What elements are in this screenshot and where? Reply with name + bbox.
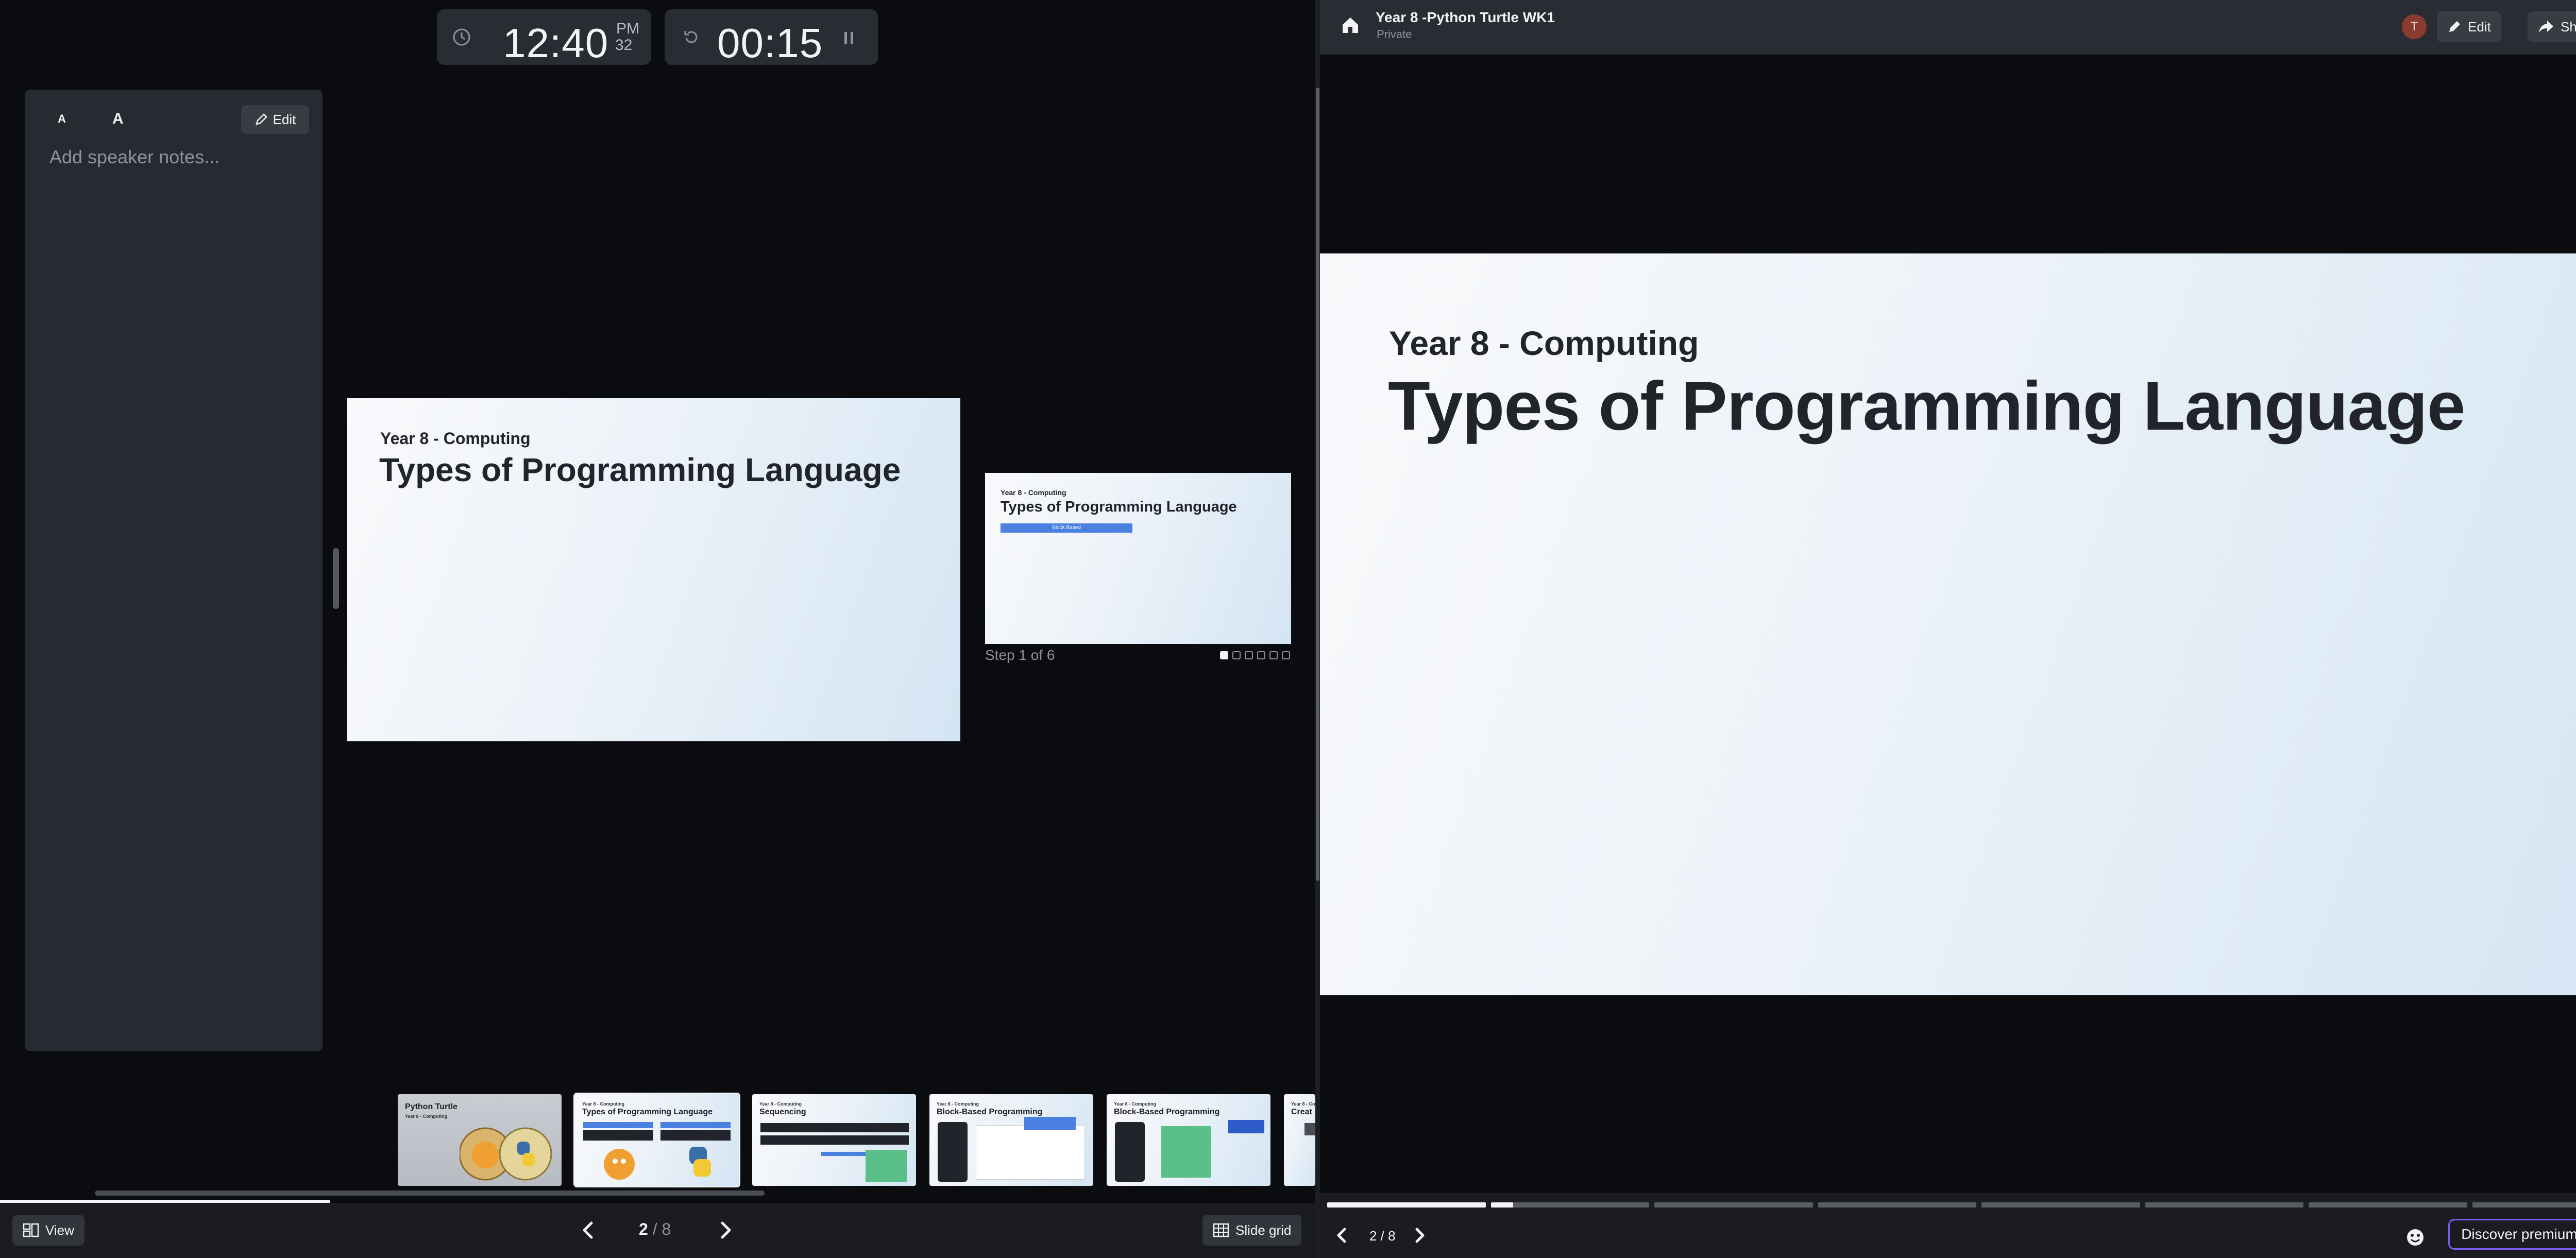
view-layout-icon <box>23 1223 39 1237</box>
slide-thumbnail[interactable]: Python Turtle Year 8 - Computing <box>398 1094 562 1186</box>
emoji-reaction-icon[interactable] <box>2405 1227 2426 1248</box>
current-slide-preview: Year 8 - Computing Types of Programming … <box>347 398 960 741</box>
thumbnail-subtitle: Year 8 - Co <box>1291 1101 1315 1107</box>
page-indicator: 2 / 8 <box>639 1220 671 1239</box>
share-icon <box>2539 21 2553 33</box>
page-total: 8 <box>662 1220 671 1238</box>
audience-slide-title: Types of Programming Language <box>1388 368 2465 445</box>
page-current: 2 <box>639 1220 648 1238</box>
thumbnail-subtitle: Year 8 - Computing <box>1114 1101 1157 1107</box>
thumbnail-subtitle: Year 8 - Computing <box>582 1101 625 1107</box>
slide-thumbnail[interactable]: Year 8 - Computing Sequencing <box>752 1094 916 1186</box>
thumbnail-subtitle: Year 8 - Computing <box>937 1101 979 1107</box>
clock-seconds: 32 <box>615 37 633 54</box>
audience-slide-subtitle: Year 8 - Computing <box>1389 324 1699 362</box>
current-slide-title: Types of Programming Language <box>379 451 901 488</box>
next-slide-icon[interactable] <box>716 1220 735 1240</box>
step-dot-4[interactable] <box>1257 651 1265 659</box>
notes-resize-handle[interactable] <box>333 548 339 609</box>
clock-icon <box>453 28 470 46</box>
thumbnail-title: Creat <box>1291 1108 1312 1116</box>
thumbnail-subtitle: Year 8 - Computing <box>405 1114 448 1119</box>
discover-premium-button[interactable]: Discover premium <box>2448 1219 2576 1250</box>
share-button[interactable]: Share <box>2528 11 2576 42</box>
viewer-page-indicator: 2 / 8 <box>1369 1228 1396 1244</box>
view-button[interactable]: View <box>12 1215 84 1246</box>
next-slide-subtitle: Year 8 - Computing <box>1001 488 1066 497</box>
next-slide-icon[interactable] <box>1412 1226 1427 1245</box>
reset-timer-icon[interactable] <box>682 29 700 46</box>
progress-segment[interactable] <box>2145 1202 2303 1208</box>
progress-segment[interactable] <box>1818 1202 1976 1208</box>
previous-slide-icon[interactable] <box>579 1220 598 1240</box>
next-slide-preview[interactable]: Year 8 - Computing Types of Programming … <box>985 473 1291 644</box>
page-separator: / <box>648 1220 662 1238</box>
increase-font-button[interactable]: A <box>112 110 124 128</box>
thumbnail-title: Types of Programming Language <box>582 1108 713 1116</box>
pencil-icon <box>2449 21 2460 32</box>
step-counter: Step 1 of 6 <box>985 647 1055 663</box>
viewer-top-bar: Year 8 -Python Turtle WK1 Private T Edit… <box>1320 0 2576 55</box>
view-label: View <box>45 1222 74 1238</box>
speaker-notes-panel: A A Edit Add speaker notes... <box>25 90 323 1051</box>
thumbnail-subtitle: Year 8 - Computing <box>759 1101 802 1107</box>
progress-segment[interactable] <box>1981 1202 2140 1208</box>
home-icon[interactable] <box>1341 15 1360 35</box>
next-slide-title: Types of Programming Language <box>1001 499 1237 515</box>
progress-segment[interactable] <box>2472 1202 2576 1208</box>
share-label: Share <box>2561 19 2576 35</box>
step-dot-1[interactable] <box>1220 651 1228 659</box>
scratch-cat-icon <box>460 1127 552 1181</box>
slide-grid-label: Slide grid <box>1235 1222 1292 1238</box>
slide-thumbnail[interactable]: Year 8 - Computing Block-Based Programmi… <box>1107 1094 1270 1186</box>
deck-title: Year 8 -Python Turtle WK1 <box>1376 9 1555 25</box>
thumbnail-title: Block-Based Programming <box>1114 1108 1220 1116</box>
clock-ampm: PM <box>616 20 639 37</box>
progress-segment[interactable] <box>1327 1202 1486 1208</box>
audience-pane: Year 8 -Python Turtle WK1 Private T Edit… <box>1320 0 2576 1258</box>
step-dot-6[interactable] <box>1282 651 1290 659</box>
progress-segment-fill <box>1490 1202 1513 1208</box>
next-slide-block-based-button: Block Based <box>1001 523 1132 533</box>
pane-divider-handle[interactable] <box>1316 88 1319 881</box>
thumbnail-title: Sequencing <box>759 1108 806 1116</box>
progress-segment[interactable] <box>1490 1202 1649 1208</box>
thumbnail-title: Block-Based Programming <box>937 1108 1043 1116</box>
edit-deck-button[interactable]: Edit <box>2437 11 2501 42</box>
current-slide-subtitle: Year 8 - Computing <box>380 429 531 448</box>
pencil-icon <box>255 113 267 125</box>
scratch-logo-icon <box>604 1149 635 1180</box>
progress-segment[interactable] <box>2309 1202 2467 1208</box>
decrease-font-button[interactable]: A <box>58 112 66 126</box>
step-dot-5[interactable] <box>1269 651 1278 659</box>
presentation-progress-bar <box>0 1200 330 1203</box>
previous-slide-icon[interactable] <box>1334 1226 1350 1245</box>
deck-visibility: Private <box>1377 28 1412 41</box>
slide-thumbnail[interactable]: Year 8 - Co Creat <box>1284 1094 1315 1186</box>
pause-icon[interactable] <box>843 31 855 45</box>
step-dot-2[interactable] <box>1232 651 1241 659</box>
edit-notes-label: Edit <box>273 111 296 127</box>
slide-thumbnail-active[interactable]: Year 8 - Computing Types of Programming … <box>573 1093 740 1187</box>
edit-notes-button[interactable]: Edit <box>241 105 309 134</box>
timer-widget: 00:15 <box>665 9 878 66</box>
avatar[interactable]: T <box>2402 14 2427 39</box>
step-dot-3[interactable] <box>1245 651 1253 659</box>
clock-time: 12:40 <box>503 20 609 66</box>
grid-icon <box>1213 1223 1229 1237</box>
thumbnail-title: Python Turtle <box>405 1102 457 1111</box>
clock-widget: 12:40 PM 32 <box>437 9 651 66</box>
presenter-bottom-bar: View 2 / 8 Slide grid <box>0 1203 1315 1258</box>
progress-segment[interactable] <box>1654 1202 1813 1208</box>
slide-grid-button[interactable]: Slide grid <box>1202 1215 1302 1246</box>
speaker-notes-input[interactable]: Add speaker notes... <box>49 146 219 168</box>
python-logo-icon <box>689 1147 711 1177</box>
edit-deck-label: Edit <box>2468 19 2491 35</box>
thumbnail-scrollbar[interactable] <box>95 1191 765 1196</box>
timer-value: 00:15 <box>717 20 823 66</box>
audience-slide: Year 8 - Computing Types of Programming … <box>1320 253 2576 995</box>
presenter-pane: 12:40 PM 32 00:15 A A Edit Add speaker n… <box>0 0 1315 1258</box>
slide-thumbnail[interactable]: Year 8 - Computing Block-Based Programmi… <box>929 1094 1093 1186</box>
